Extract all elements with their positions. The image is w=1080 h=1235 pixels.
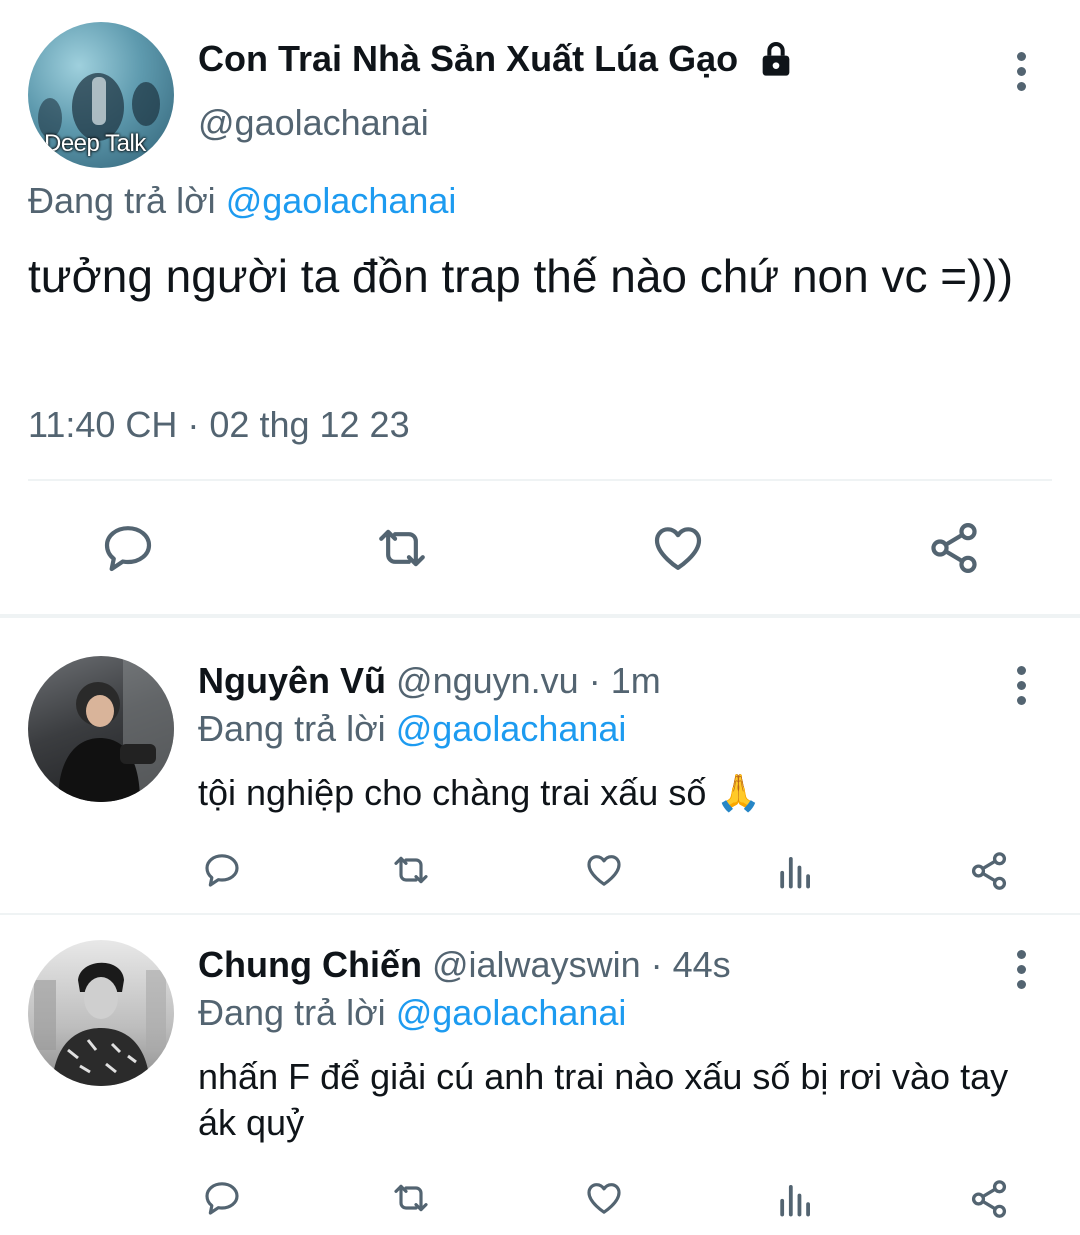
- reply-context: Đang trả lời @gaolachanai: [28, 180, 456, 222]
- lock-icon: [756, 39, 796, 79]
- reply-icon[interactable]: [100, 520, 156, 576]
- retweet-icon[interactable]: [372, 520, 432, 576]
- reply-prefix: Đang trả lời: [198, 708, 386, 749]
- divider: [28, 479, 1052, 481]
- like-icon[interactable]: [650, 520, 706, 576]
- reply-icon[interactable]: [202, 850, 242, 890]
- reply-icon[interactable]: [202, 1178, 242, 1218]
- display-name: Con Trai Nhà Sản Xuất Lúa Gạo: [198, 38, 739, 79]
- reply-header: Chung Chiến @ialwayswin · 44s: [198, 944, 731, 986]
- more-options-icon[interactable]: [1014, 52, 1028, 97]
- views-icon[interactable]: [778, 852, 814, 890]
- like-icon[interactable]: [584, 850, 624, 890]
- avatar[interactable]: Deep Talk: [28, 22, 174, 168]
- reply-text: tội nghiệp cho chàng trai xấu số 🙏: [198, 772, 762, 813]
- reply-context: Đang trả lời @gaolachanai: [198, 708, 626, 750]
- author-handle[interactable]: @ialwayswin: [432, 944, 641, 985]
- reply-prefix: Đang trả lời: [28, 180, 216, 221]
- like-icon[interactable]: [584, 1178, 624, 1218]
- reply-to-link[interactable]: @gaolachanai: [226, 180, 457, 221]
- reply-context: Đang trả lời @gaolachanai: [198, 992, 626, 1034]
- author-name[interactable]: Con Trai Nhà Sản Xuất Lúa Gạo: [198, 38, 796, 80]
- reply-time[interactable]: · 44s: [651, 944, 731, 985]
- retweet-icon[interactable]: [388, 1178, 434, 1218]
- reply-to-link[interactable]: @gaolachanai: [396, 708, 627, 749]
- display-name[interactable]: Nguyên Vũ: [198, 660, 386, 701]
- reply-text: nhấn F để giải cú anh trai nào xấu số bị…: [198, 1056, 1009, 1143]
- views-icon[interactable]: [778, 1180, 814, 1218]
- retweet-icon[interactable]: [388, 850, 434, 890]
- author-handle[interactable]: @gaolachanai: [198, 102, 429, 144]
- share-icon[interactable]: [926, 520, 982, 576]
- avatar-caption: Deep Talk: [44, 130, 146, 157]
- share-icon[interactable]: [968, 1178, 1010, 1220]
- reply-time[interactable]: · 1m: [589, 660, 661, 701]
- reply-prefix: Đang trả lời: [198, 992, 386, 1033]
- reply-to-link[interactable]: @gaolachanai: [396, 992, 627, 1033]
- share-icon[interactable]: [968, 850, 1010, 892]
- reply-header: Nguyên Vũ @nguyn.vu · 1m: [198, 660, 661, 702]
- tweet-text: tưởng người ta đồn trap thế nào chứ non …: [28, 250, 1014, 302]
- section-divider: [0, 913, 1080, 915]
- avatar[interactable]: [28, 940, 174, 1086]
- section-divider: [0, 614, 1080, 618]
- author-handle[interactable]: @nguyn.vu: [396, 660, 579, 701]
- display-name[interactable]: Chung Chiến: [198, 944, 422, 985]
- timestamp[interactable]: 11:40 CH · 02 thg 12 23: [28, 404, 410, 446]
- avatar[interactable]: [28, 656, 174, 802]
- more-options-icon[interactable]: [1014, 666, 1028, 711]
- more-options-icon[interactable]: [1014, 950, 1028, 995]
